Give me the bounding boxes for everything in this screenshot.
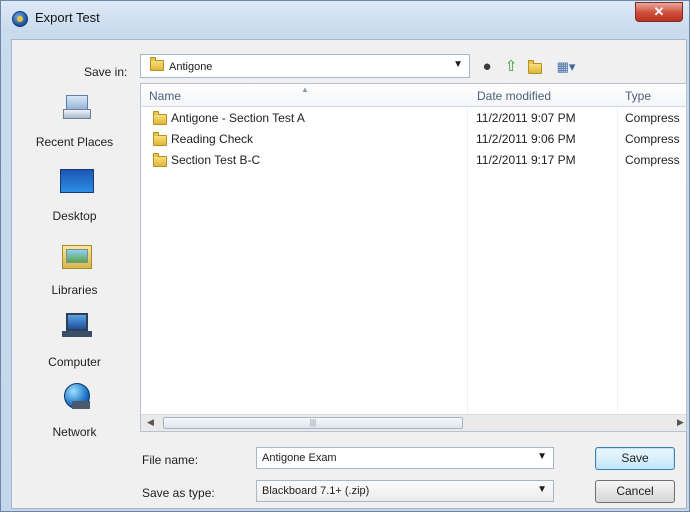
column-header-type[interactable]: Type: [625, 89, 651, 103]
save-as-type-value: Blackboard 7.1+ (.zip): [262, 485, 370, 497]
table-row[interactable]: Antigone - Section Test A 11/2/2011 9:07…: [141, 108, 686, 128]
view-menu-icon[interactable]: ▦▾: [552, 58, 580, 76]
sort-arrow-icon: ▲: [301, 85, 309, 94]
save-in-label: Save in:: [84, 65, 128, 79]
folder-icon: [150, 57, 164, 71]
save-in-combo[interactable]: Antigone ▼: [140, 54, 470, 78]
desktop-icon: [60, 165, 94, 195]
place-label: Libraries: [51, 283, 98, 297]
place-network[interactable]: Network: [12, 381, 137, 441]
horizontal-scrollbar[interactable]: ◀ ||| ▶: [141, 414, 686, 431]
file-name-cell: Antigone - Section Test A: [171, 111, 305, 125]
folder-icon: [153, 153, 167, 167]
save-in-value: Antigone: [169, 61, 213, 73]
save-as-type-label: Save as type:: [142, 486, 215, 500]
file-name-cell: Reading Check: [171, 132, 254, 146]
column-header-name[interactable]: Name: [149, 89, 181, 103]
window-title: Export Test: [35, 10, 100, 25]
save-as-type-select[interactable]: Blackboard 7.1+ (.zip) ▼: [256, 480, 554, 502]
computer-icon: [60, 311, 92, 341]
table-row[interactable]: Section Test B-C 11/2/2011 9:17 PM Compr…: [141, 150, 686, 170]
date-modified-cell: 11/2/2011 9:06 PM: [476, 132, 576, 146]
chevron-down-icon: ▼: [453, 59, 463, 70]
app-icon: [12, 11, 28, 27]
up-one-level-icon[interactable]: ⇧: [502, 58, 520, 76]
type-cell: Compress: [625, 132, 680, 146]
recent-places-icon: [60, 93, 92, 123]
date-modified-cell: 11/2/2011 9:07 PM: [476, 111, 576, 125]
file-name-field[interactable]: Antigone Exam ▼: [256, 447, 554, 469]
column-header-date-modified[interactable]: Date modified: [477, 89, 551, 103]
place-label: Computer: [48, 355, 101, 369]
new-folder-icon[interactable]: [526, 58, 544, 76]
folder-icon: [153, 111, 167, 125]
scroll-right-icon[interactable]: ▶: [677, 417, 684, 428]
place-label: Desktop: [52, 209, 97, 223]
place-label: Network: [52, 425, 97, 439]
type-cell: Compress: [625, 111, 680, 125]
scroll-left-icon[interactable]: ◀: [147, 417, 154, 428]
chevron-down-icon[interactable]: ▼: [537, 451, 547, 462]
file-list[interactable]: Name ▲ Date modified Type Antigone - Sec…: [140, 83, 687, 432]
scroll-thumb[interactable]: |||: [163, 417, 463, 429]
title-bar[interactable]: Export Test ✕: [1, 1, 689, 37]
export-test-dialog: Export Test ✕ Save in: Antigone ▼ ● ⇧ ▦▾…: [0, 0, 690, 512]
file-list-header: Name ▲ Date modified Type: [141, 84, 686, 107]
place-label: Recent Places: [35, 135, 114, 149]
file-name-cell: Section Test B-C: [171, 153, 261, 167]
place-desktop[interactable]: Desktop: [12, 165, 137, 225]
libraries-icon: [60, 239, 92, 269]
dialog-body: Save in: Antigone ▼ ● ⇧ ▦▾ Recent Places…: [11, 39, 687, 509]
table-row[interactable]: Reading Check 11/2/2011 9:06 PM Compress: [141, 129, 686, 149]
place-libraries[interactable]: Libraries: [12, 239, 137, 299]
place-recent-places[interactable]: Recent Places: [12, 93, 137, 153]
places-bar: Recent Places Desktop Libraries Computer…: [12, 83, 137, 473]
chevron-down-icon: ▼: [537, 484, 547, 495]
place-computer[interactable]: Computer: [12, 311, 137, 371]
date-modified-cell: 11/2/2011 9:17 PM: [476, 153, 576, 167]
file-name-label: File name:: [142, 453, 199, 467]
save-button[interactable]: Save: [595, 447, 675, 470]
close-button[interactable]: ✕: [635, 2, 683, 22]
type-cell: Compress: [625, 153, 680, 167]
network-icon: [60, 381, 92, 411]
file-name-value: Antigone Exam: [262, 452, 337, 464]
cancel-button[interactable]: Cancel: [595, 480, 675, 503]
back-icon[interactable]: ●: [478, 58, 496, 76]
folder-icon: [153, 132, 167, 146]
